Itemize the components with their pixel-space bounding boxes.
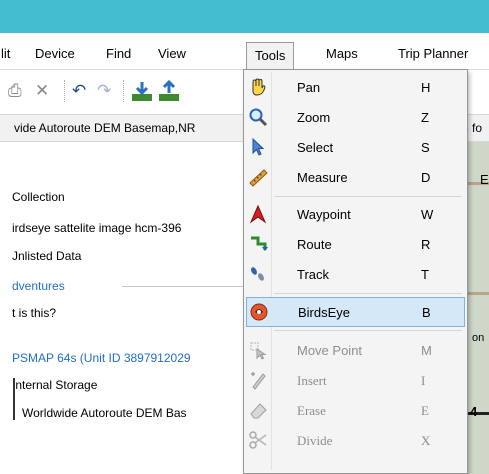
map-label: on bbox=[472, 332, 485, 344]
menu-maps[interactable]: Maps bbox=[326, 45, 358, 63]
menu-item-label: Select bbox=[297, 140, 334, 155]
menu-item-label: Divide bbox=[297, 433, 333, 448]
menu-item-shortcut: W bbox=[421, 207, 434, 222]
menu-item-label: Waypoint bbox=[297, 207, 351, 222]
toolbar-separator bbox=[123, 80, 124, 102]
tree-item-worldwide-autoroute[interactable]: Worldwide Autoroute DEM Bas bbox=[22, 406, 187, 420]
tree-item-unlisted-data[interactable]: Jnlisted Data bbox=[12, 249, 81, 263]
delete-icon[interactable]: ✕ bbox=[35, 82, 49, 100]
menu-item-label: Route bbox=[297, 237, 332, 252]
menu-item-divide[interactable]: Divide X bbox=[246, 426, 465, 456]
window-title-bar bbox=[0, 0, 489, 33]
redo-icon[interactable]: ↷ bbox=[97, 82, 111, 100]
magnifier-icon bbox=[248, 107, 268, 127]
menu-item-label: BirdsEye bbox=[298, 305, 351, 320]
menu-item-shortcut: B bbox=[422, 305, 431, 320]
move-point-icon bbox=[248, 340, 268, 360]
birdseye-icon bbox=[249, 302, 269, 322]
menu-item-waypoint[interactable]: Waypoint W bbox=[246, 200, 465, 230]
undo-icon[interactable]: ↶ bbox=[72, 82, 86, 100]
menu-item-shortcut: Z bbox=[421, 110, 429, 125]
insert-pencil-icon bbox=[248, 370, 268, 390]
menu-item-move-point[interactable]: Move Point M bbox=[246, 336, 465, 366]
print-icon[interactable]: ⎙ bbox=[8, 82, 22, 100]
menu-item-select[interactable]: Select S bbox=[246, 133, 465, 163]
track-footprints-icon bbox=[248, 264, 268, 284]
menu-item-shortcut: H bbox=[421, 80, 431, 95]
menu-separator bbox=[274, 196, 462, 197]
menu-item-label: Pan bbox=[297, 80, 321, 95]
receive-from-device-icon[interactable] bbox=[130, 80, 154, 108]
menu-separator bbox=[274, 330, 462, 331]
menu-item-shortcut: X bbox=[421, 433, 431, 448]
tree-item-collection[interactable]: Collection bbox=[12, 190, 65, 204]
menu-item-measure[interactable]: Measure D bbox=[246, 163, 465, 193]
section-divider bbox=[122, 286, 248, 287]
menu-item-label: Insert bbox=[297, 373, 327, 388]
menu-trip-planner[interactable]: Trip Planner bbox=[398, 45, 468, 63]
menu-item-shortcut: I bbox=[421, 373, 426, 388]
menu-item-pan[interactable]: Pan H bbox=[246, 73, 465, 103]
map-label: 4 bbox=[470, 404, 478, 419]
tools-dropdown-menu: Pan H Zoom Z Select S Measure D Waypoint… bbox=[243, 69, 468, 474]
menu-item-track[interactable]: Track T bbox=[246, 260, 465, 290]
menu-item-erase[interactable]: Erase E bbox=[246, 396, 465, 426]
tree-item-internal-storage[interactable]: Internal Storage bbox=[12, 378, 97, 392]
menu-item-route[interactable]: Route R bbox=[246, 230, 465, 260]
toolbar-separator bbox=[64, 80, 65, 102]
menu-item-label: Move Point bbox=[297, 343, 363, 358]
menu-item-shortcut: T bbox=[421, 267, 429, 282]
map-product-label: vide Autoroute DEM Basemap,NR bbox=[14, 121, 196, 135]
menu-item-zoom[interactable]: Zoom Z bbox=[246, 103, 465, 133]
map-road bbox=[466, 292, 489, 295]
menu-find[interactable]: Find bbox=[106, 45, 131, 63]
menu-item-shortcut: M bbox=[421, 343, 432, 358]
scissors-icon bbox=[248, 430, 268, 450]
tree-connector bbox=[13, 378, 17, 420]
menu-device[interactable]: Device bbox=[35, 45, 75, 63]
menu-separator bbox=[274, 293, 462, 294]
menu-tools[interactable]: Tools bbox=[246, 42, 295, 70]
menu-bar: lit Device Find View Tools Maps Trip Pla… bbox=[0, 33, 489, 70]
hand-icon bbox=[248, 77, 268, 97]
route-icon bbox=[248, 234, 268, 254]
device-header[interactable]: PSMAP 64s (Unit ID 3897912029 bbox=[12, 351, 191, 365]
section-header-adventures[interactable]: dventures bbox=[12, 279, 65, 293]
menu-item-label: Erase bbox=[297, 403, 326, 418]
map-label: E bbox=[480, 172, 489, 187]
menu-item-label: Track bbox=[297, 267, 330, 282]
menu-item-label: Measure bbox=[297, 170, 348, 185]
menu-item-shortcut: S bbox=[421, 140, 430, 155]
menu-item-insert[interactable]: Insert I bbox=[246, 366, 465, 396]
tree-item-what-is-this[interactable]: t is this? bbox=[12, 306, 56, 320]
map-view[interactable]: E on 4 bbox=[466, 142, 489, 474]
menu-item-label: Zoom bbox=[297, 110, 331, 125]
tree-item-birdseye-image[interactable]: irdseye sattelite image hcm-396 bbox=[12, 221, 181, 235]
waypoint-flag-icon bbox=[248, 204, 268, 224]
menu-item-shortcut: D bbox=[421, 170, 431, 185]
send-to-device-icon[interactable] bbox=[157, 79, 181, 108]
menu-view[interactable]: View bbox=[158, 45, 186, 63]
menu-item-shortcut: E bbox=[421, 403, 429, 418]
menu-item-shortcut: R bbox=[421, 237, 431, 252]
eraser-icon bbox=[248, 400, 268, 420]
menu-item-birdseye[interactable]: BirdsEye B bbox=[246, 297, 465, 327]
tape-measure-icon bbox=[248, 167, 268, 187]
menu-edit[interactable]: lit bbox=[1, 45, 10, 63]
arrow-pointer-icon bbox=[248, 137, 268, 157]
